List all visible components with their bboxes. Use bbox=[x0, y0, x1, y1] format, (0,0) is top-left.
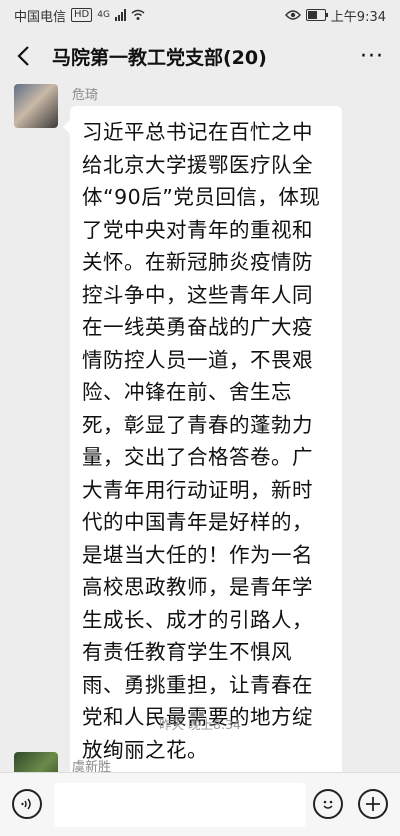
chat-title: 马院第一教工党支部(20) bbox=[52, 46, 267, 69]
more-icon[interactable]: ··· bbox=[360, 44, 384, 69]
emoji-icon[interactable] bbox=[313, 789, 343, 819]
message-bubble[interactable]: 习近平总书记在百忙之中给北京大学援鄂医疗队全体“90后”党员回信，体现了党中央对… bbox=[63, 106, 342, 772]
message-input[interactable] bbox=[54, 783, 306, 827]
status-right: 上午9:34 bbox=[284, 6, 386, 25]
wifi-icon bbox=[131, 9, 145, 20]
chat-header: 马院第一教工党支部(20) ··· bbox=[0, 30, 400, 82]
network-label: 4G bbox=[97, 10, 110, 20]
carrier-label: 中国电信 bbox=[14, 9, 67, 25]
input-bar bbox=[0, 772, 400, 836]
clock: 上午9:34 bbox=[330, 9, 386, 25]
message-list[interactable]: 危琦 习近平总书记在百忙之中给北京大学援鄂医疗队全体“90后”党员回信，体现了党… bbox=[0, 82, 400, 772]
status-left: 中国电信 HD 4G bbox=[14, 6, 145, 25]
avatar[interactable] bbox=[14, 84, 58, 128]
eye-icon bbox=[284, 10, 301, 20]
avatar[interactable] bbox=[14, 752, 58, 772]
plus-icon[interactable] bbox=[358, 789, 388, 819]
sender-name: 危琦 bbox=[72, 88, 99, 103]
status-bar: 中国电信 HD 4G 上午9:34 bbox=[0, 0, 400, 30]
back-arrow-icon[interactable] bbox=[16, 45, 38, 67]
voice-icon[interactable] bbox=[12, 789, 42, 819]
sender-name: 虞新胜 bbox=[72, 760, 112, 772]
hd-badge: HD bbox=[71, 8, 93, 22]
message-timestamp: 昨天 晚上8:34 bbox=[158, 717, 242, 732]
battery-icon bbox=[305, 9, 328, 21]
signal-icon bbox=[114, 9, 126, 21]
